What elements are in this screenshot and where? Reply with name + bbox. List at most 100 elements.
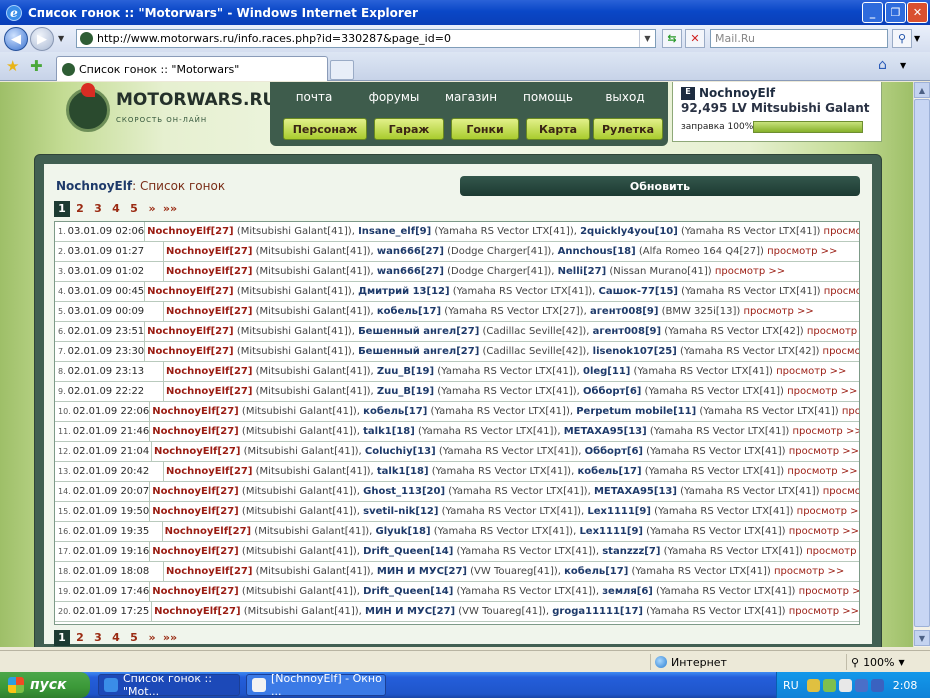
racer-link[interactable]: talk1[18] [363, 426, 415, 437]
pager-link[interactable]: » [144, 201, 160, 217]
tray-volume-icon[interactable] [838, 678, 852, 692]
search-icon[interactable]: ⚲ [892, 29, 912, 48]
racer-link[interactable]: NochnoyElf[27] [166, 386, 252, 397]
racer-link[interactable]: Lex1111[9] [587, 506, 651, 517]
racer-link[interactable]: Дмитрий 13[12] [358, 286, 450, 297]
racer-link[interactable]: кобель[17] [377, 306, 441, 317]
racer-link[interactable]: NochnoyElf[27] [152, 426, 238, 437]
racer-link[interactable]: NochnoyElf[27] [165, 526, 251, 537]
user-name[interactable]: NochnoyElf [699, 86, 775, 100]
vertical-scrollbar[interactable]: ▲ ▼ [913, 82, 930, 647]
history-dropdown-icon[interactable]: ▼ [58, 34, 64, 43]
pager-link[interactable]: 5 [126, 630, 142, 646]
zoom-dropdown-icon[interactable]: ▼ [899, 658, 905, 667]
pager-link[interactable]: »» [162, 201, 178, 217]
home-dropdown-icon[interactable]: ▼ [900, 61, 906, 70]
minimize-button[interactable]: _ [862, 2, 883, 23]
race-view-link[interactable]: просмотр >> [787, 466, 857, 477]
race-view-link[interactable]: просмотр >> [789, 526, 859, 537]
racer-link[interactable]: NochnoyElf[27] [147, 286, 233, 297]
nav-roulette-button[interactable]: Рулетка [593, 118, 663, 140]
racer-link[interactable]: NochnoyElf[27] [166, 266, 252, 277]
stop-icon[interactable]: ✕ [685, 29, 705, 48]
restore-button[interactable]: ❐ [885, 2, 906, 23]
pager-link[interactable]: »» [162, 630, 178, 646]
nav-garage-button[interactable]: Гараж [374, 118, 444, 140]
racer-link[interactable]: stanzzz[7] [602, 546, 660, 557]
favorites-star-icon[interactable]: ★ [6, 57, 19, 75]
racer-link[interactable]: NochnoyElf[27] [147, 326, 233, 337]
racer-link[interactable]: кобель[17] [564, 566, 628, 577]
address-dropdown-icon[interactable]: ▼ [639, 30, 655, 47]
racer-link[interactable]: NochnoyElf[27] [152, 486, 238, 497]
race-view-link[interactable]: просмотр >> [823, 486, 859, 497]
racer-link[interactable]: агент008[9] [593, 326, 661, 337]
tray-app-icon[interactable] [806, 678, 820, 692]
racer-link[interactable]: NochnoyElf[27] [166, 246, 252, 257]
racer-link[interactable]: Lex1111[9] [579, 526, 643, 537]
racer-link[interactable]: NochnoyElf[27] [152, 506, 238, 517]
racer-link[interactable]: wan666[27] [377, 266, 444, 277]
racer-link[interactable]: МИН И МУС[27] [365, 606, 455, 617]
race-view-link[interactable]: просмотр >> [767, 246, 837, 257]
menu-forums[interactable]: форумы [354, 90, 434, 104]
race-view-link[interactable]: просмотр >> [842, 406, 859, 417]
racer-link[interactable]: groga11111[17] [552, 606, 643, 617]
racer-link[interactable]: Drift_Queen[14] [363, 546, 453, 557]
page-owner[interactable]: NochnoyElf [56, 179, 132, 193]
racer-link[interactable]: Zuu_B[19] [377, 366, 434, 377]
pager-link[interactable]: 5 [126, 201, 142, 217]
racer-link[interactable]: NochnoyElf[27] [166, 366, 252, 377]
pager-link[interactable]: 3 [90, 630, 106, 646]
race-view-link[interactable]: просмотр >> [792, 426, 859, 437]
nav-character-button[interactable]: Персонаж [283, 118, 367, 140]
race-view-link[interactable]: просмотр >> [807, 326, 859, 337]
race-view-link[interactable]: просмотр >> [806, 546, 859, 557]
search-dropdown-icon[interactable]: ▼ [914, 34, 920, 43]
racer-link[interactable]: Бешенный ангел[27] [358, 346, 479, 357]
taskbar-item-ie[interactable]: Список гонок :: "Mot... [98, 672, 240, 698]
zoom-control[interactable]: ⚲ 100% ▼ [846, 654, 930, 670]
racer-link[interactable]: Drift_Queen[14] [363, 586, 453, 597]
address-bar[interactable]: http://www.motorwars.ru/info.races.php?i… [76, 29, 656, 48]
new-tab-button[interactable] [330, 60, 354, 80]
race-view-link[interactable]: просмотр >> [799, 586, 859, 597]
pager-link[interactable]: 2 [72, 630, 88, 646]
racer-link[interactable]: wan666[27] [377, 246, 444, 257]
racer-link[interactable]: агент008[9] [590, 306, 658, 317]
race-view-link[interactable]: просмотр >> [744, 306, 814, 317]
menu-shop[interactable]: магазин [434, 90, 508, 104]
language-indicator[interactable]: RU [783, 679, 799, 692]
racer-link[interactable]: NochnoyElf[27] [152, 406, 238, 417]
refresh-button[interactable]: Обновить [460, 176, 860, 196]
racer-link[interactable]: NochnoyElf[27] [147, 346, 233, 357]
racer-link[interactable]: кобель[17] [363, 406, 427, 417]
pager-link[interactable]: 4 [108, 201, 124, 217]
taskbar-item-window[interactable]: [NochnoyElf] - Окно ... [246, 672, 386, 698]
racer-link[interactable]: NochnoyElf[27] [166, 466, 252, 477]
race-view-link[interactable]: просмотр >> [824, 286, 859, 297]
racer-link[interactable]: NochnoyElf[27] [154, 606, 240, 617]
tray-security-icon[interactable] [870, 678, 884, 692]
menu-mail[interactable]: почта [274, 90, 354, 104]
racer-link[interactable]: Glyuk[18] [376, 526, 431, 537]
nav-races-button[interactable]: Гонки [451, 118, 519, 140]
racer-link[interactable]: NochnoyElf[27] [147, 226, 233, 237]
home-icon[interactable]: ⌂ [878, 57, 887, 73]
racer-link[interactable]: Обборт[6] [585, 446, 643, 457]
close-button[interactable]: ✕ [907, 2, 928, 23]
pager-link[interactable]: 2 [72, 201, 88, 217]
pager-link[interactable]: 3 [90, 201, 106, 217]
racer-link[interactable]: lisenok107[25] [593, 346, 677, 357]
race-view-link[interactable]: просмотр >> [776, 366, 846, 377]
racer-link[interactable]: Ghost_113[20] [363, 486, 445, 497]
race-view-link[interactable]: просмотр >> [715, 266, 785, 277]
racer-link[interactable]: NochnoyElf[27] [152, 546, 238, 557]
scroll-down-icon[interactable]: ▼ [914, 630, 930, 646]
racer-link[interactable]: Обборт[6] [583, 386, 641, 397]
racer-link[interactable]: Zuu_B[19] [377, 386, 434, 397]
racer-link[interactable]: METAXA95[13] [594, 486, 677, 497]
forward-button[interactable]: ▶ [30, 27, 54, 51]
tab-active[interactable]: Список гонок :: "Motorwars" [56, 56, 328, 81]
menu-help[interactable]: помощь [510, 90, 586, 104]
